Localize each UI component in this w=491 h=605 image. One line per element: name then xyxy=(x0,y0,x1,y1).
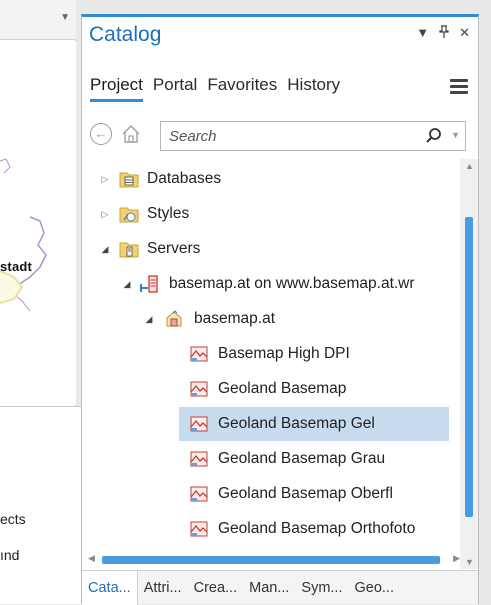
tree-item-map-service[interactable]: Geoland Basemap Oberfl xyxy=(82,477,460,511)
catalog-tree: ▷ Databases ▷ Styles ◢ Servers ◢ basemap… xyxy=(82,159,460,557)
scroll-up-icon[interactable]: ▲ xyxy=(465,161,474,171)
catalog-tabs: Project Portal Favorites History xyxy=(90,75,350,102)
tree-item-label: Basemap High DPI xyxy=(218,345,350,362)
tree-item-styles[interactable]: ▷ Styles xyxy=(82,197,460,231)
contents-pane: ects ınd xyxy=(0,406,88,604)
map-boundaries xyxy=(0,158,47,312)
map-layer-icon xyxy=(189,519,209,539)
expand-arrow-icon[interactable]: ▷ xyxy=(100,174,110,185)
scroll-right-icon[interactable]: ▶ xyxy=(453,553,460,564)
tree-item-label: Geoland Basemap Orthofoto xyxy=(218,520,416,537)
tree-item-label: Geoland Basemap Gel xyxy=(218,415,375,432)
tab-create-features[interactable]: Crea... xyxy=(188,571,244,605)
styles-folder-icon xyxy=(119,204,139,224)
tree-item-databases[interactable]: ▷ Databases xyxy=(82,162,460,196)
pane-tab-strip: Cata... Attri... Crea... Man... Sym... G… xyxy=(82,570,478,605)
expand-arrow-icon[interactable]: ▷ xyxy=(100,209,110,220)
scrollbar-thumb[interactable] xyxy=(465,217,473,517)
server-connection-icon xyxy=(140,274,160,294)
pane-title: Catalog xyxy=(89,23,162,46)
contents-item[interactable]: ınd xyxy=(0,547,19,563)
collapse-arrow-icon[interactable]: ◢ xyxy=(122,279,132,290)
scroll-left-icon[interactable]: ◀ xyxy=(88,553,95,564)
tree-item-map-service[interactable]: Geoland Basemap Grau xyxy=(82,442,460,476)
horizontal-scrollbar[interactable]: ◀ ▶ xyxy=(88,553,460,567)
tree-item-label: Databases xyxy=(147,170,222,187)
pane-options-dropdown-icon[interactable]: ▼ xyxy=(416,25,429,41)
back-arrow-icon[interactable]: ← xyxy=(90,123,112,145)
map-canvas[interactable]: stadt xyxy=(0,41,76,405)
service-folder-icon xyxy=(164,309,184,329)
search-icon[interactable] xyxy=(425,127,443,145)
tab-symbology[interactable]: Sym... xyxy=(295,571,348,605)
pane-window-controls: ▼ ✕ xyxy=(416,25,470,41)
collapse-arrow-icon[interactable]: ◢ xyxy=(144,314,154,325)
catalog-pane: Catalog ▼ ✕ Project Portal Favorites His… xyxy=(81,14,479,605)
search-input[interactable] xyxy=(167,127,407,146)
search-options-dropdown-icon[interactable]: ▼ xyxy=(451,130,460,140)
tree-item-servers[interactable]: ◢ Servers xyxy=(82,232,460,266)
map-tab-bar: ▼ xyxy=(0,0,76,40)
map-layer-icon xyxy=(189,379,209,399)
map-place-label: stadt xyxy=(0,259,33,274)
tree-item-map-service[interactable]: Geoland Basemap xyxy=(82,372,460,406)
tree-item-map-service[interactable]: Basemap High DPI xyxy=(82,337,460,371)
menu-icon[interactable] xyxy=(450,79,468,94)
tab-manage[interactable]: Man... xyxy=(243,571,295,605)
pin-icon[interactable] xyxy=(439,25,449,41)
map-pane: ▼ stadt ects ınd xyxy=(0,0,88,604)
close-icon[interactable]: ✕ xyxy=(459,25,470,41)
scroll-down-icon[interactable]: ▼ xyxy=(465,557,474,567)
map-layer-icon xyxy=(189,344,209,364)
tree-item-map-service-selected[interactable]: Geoland Basemap Gel xyxy=(82,407,460,441)
search-box: ▼ xyxy=(160,121,466,151)
home-icon[interactable] xyxy=(120,123,142,145)
navigation-bar: ← ▼ xyxy=(90,121,470,151)
tab-portal[interactable]: Portal xyxy=(153,75,197,102)
tree-item-map-service[interactable]: Geoland Basemap Orthofoto xyxy=(82,512,460,546)
tree-item-label: Geoland Basemap Grau xyxy=(218,450,386,467)
tab-geoprocessing[interactable]: Geo... xyxy=(349,571,401,605)
contents-item[interactable]: ects xyxy=(0,511,26,527)
map-layer-icon xyxy=(189,484,209,504)
tree-item-service-folder[interactable]: ◢ basemap.at xyxy=(82,302,460,336)
tab-attributes[interactable]: Attri... xyxy=(138,571,188,605)
tab-favorites[interactable]: Favorites xyxy=(207,75,277,102)
tree-item-label: Servers xyxy=(147,240,201,257)
tree-item-label: basemap.at on www.basemap.at.wr xyxy=(169,275,415,292)
tab-list-arrow-icon[interactable]: ▼ xyxy=(60,12,70,23)
tab-project[interactable]: Project xyxy=(90,75,143,102)
servers-folder-icon xyxy=(119,239,139,259)
vertical-scrollbar[interactable]: ▲ ▼ xyxy=(460,159,478,569)
collapse-arrow-icon[interactable]: ◢ xyxy=(100,244,110,255)
database-folder-icon xyxy=(119,169,139,189)
map-layer-icon xyxy=(189,449,209,469)
tree-item-label: basemap.at xyxy=(194,310,275,327)
tree-item-server-connection[interactable]: ◢ basemap.at on www.basemap.at.wr xyxy=(82,267,460,301)
tab-history[interactable]: History xyxy=(287,75,340,102)
tree-item-label: Styles xyxy=(147,205,190,222)
scrollbar-thumb[interactable] xyxy=(102,556,440,564)
tree-item-label: Geoland Basemap xyxy=(218,380,347,397)
tab-catalog[interactable]: Cata... xyxy=(82,570,138,605)
map-layer-icon xyxy=(189,414,209,434)
tree-item-label: Geoland Basemap Oberfl xyxy=(218,485,393,502)
